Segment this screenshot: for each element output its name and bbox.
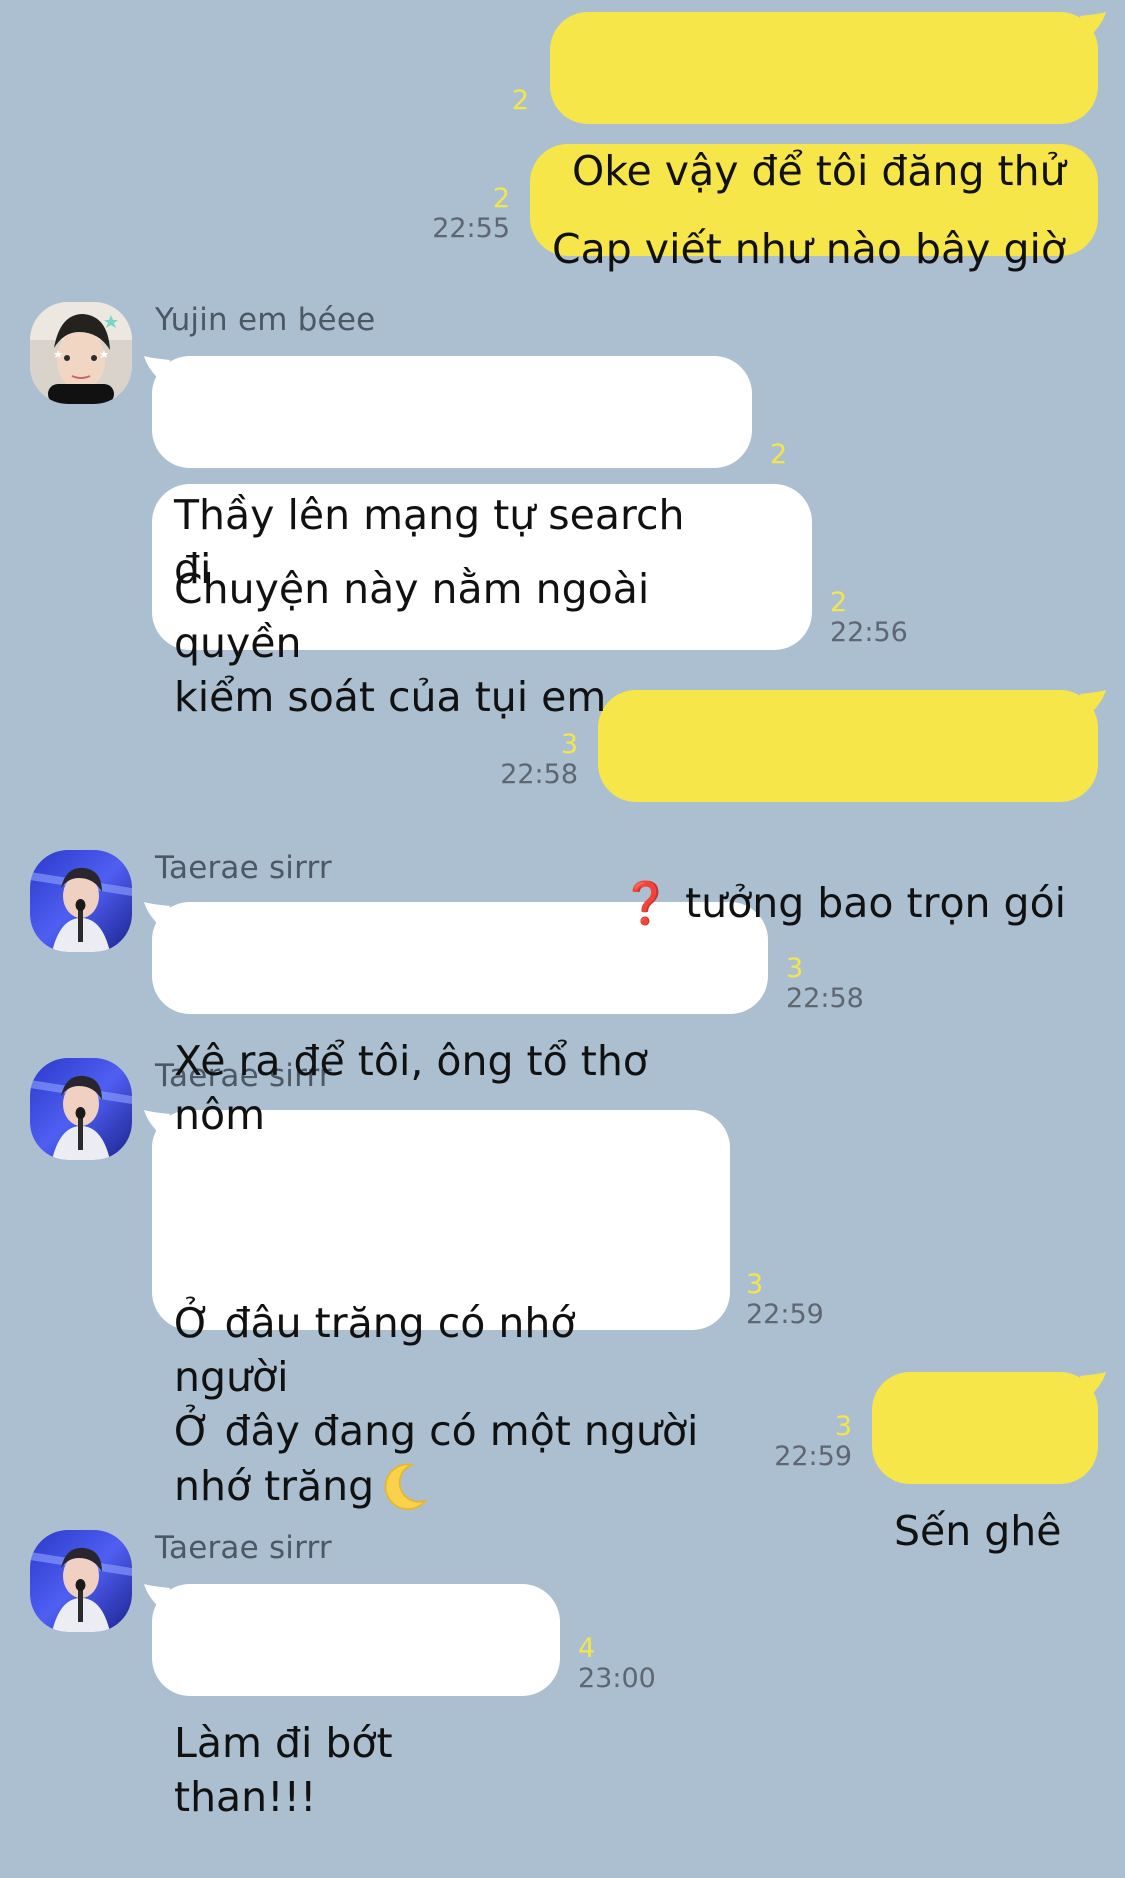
avatar[interactable] <box>30 302 132 404</box>
bubble-tail <box>144 1110 170 1138</box>
message-text: Chuyện này nằm ngoài quyền kiểm soát của… <box>174 565 650 721</box>
message-text: Ở đâu trăng có nhớ người Ở đây đang có m… <box>174 1299 699 1510</box>
read-count: 2 <box>511 85 529 116</box>
bubble-tail <box>144 1584 170 1612</box>
message-meta: 2 <box>492 86 529 116</box>
read-count: 4 <box>578 1633 596 1664</box>
message-text-container: ❓ tưởng bao trọn gói <box>620 822 1068 930</box>
message-meta: 3 22:59 <box>744 1412 852 1472</box>
read-count: 2 <box>770 439 788 470</box>
avatar[interactable] <box>30 850 132 952</box>
message-meta: 2 22:56 <box>830 588 940 648</box>
avatar-yujin <box>30 302 132 404</box>
message-text: tưởng bao trọn gói <box>685 879 1067 927</box>
message-meta: 3 22:59 <box>746 1270 856 1330</box>
read-count: 3 <box>560 729 578 760</box>
read-count: 3 <box>834 1411 852 1442</box>
sender-name: Yujin em béee <box>155 302 376 338</box>
sender-name: Taerae sirrr <box>155 1530 332 1566</box>
timestamp: 23:00 <box>578 1663 656 1694</box>
message-meta: 2 <box>770 440 810 470</box>
incoming-message-bubble[interactable]: Ở đâu trăng có nhớ người Ở đây đang có m… <box>144 1110 730 1510</box>
bubble-tail <box>144 356 170 384</box>
avatar[interactable] <box>30 1058 132 1160</box>
timestamp: 22:59 <box>746 1299 824 1330</box>
avatar-taerae <box>30 850 132 952</box>
chat-thread[interactable]: Oke vậy để tôi đăng thử 2 Cap viết như n… <box>0 0 1125 1821</box>
bubble-tail <box>144 902 170 930</box>
read-count: 2 <box>492 183 510 214</box>
crescent-moon-icon <box>384 1463 429 1510</box>
timestamp: 22:59 <box>774 1441 852 1472</box>
incoming-message-bubble[interactable]: Làm đi bớt than!!! <box>144 1584 560 1821</box>
sender-name: Taerae sirrr <box>155 850 332 886</box>
timestamp: 22:55 <box>432 213 510 244</box>
timestamp: 22:58 <box>500 759 578 790</box>
outgoing-message-bubble[interactable]: Oke vậy để tôi đăng thử <box>550 12 1106 195</box>
timestamp: 22:58 <box>786 983 864 1014</box>
message-meta: 3 22:58 <box>470 730 578 790</box>
avatar[interactable] <box>30 1530 132 1632</box>
read-count: 3 <box>786 953 804 984</box>
message-text: Sến ghê <box>894 1507 1062 1555</box>
message-meta: 2 22:55 <box>405 184 510 244</box>
message-text: Làm đi bớt than!!! <box>174 1719 393 1821</box>
red-question-mark-icon: ❓ <box>620 879 672 927</box>
read-count: 3 <box>746 1269 764 1300</box>
message-meta: 3 22:58 <box>786 954 896 1014</box>
message-text: Xê ra để tôi, ông tổ thơ nôm <box>174 1037 648 1139</box>
timestamp: 22:56 <box>830 617 908 648</box>
bubble-tail <box>1080 1372 1106 1400</box>
avatar-taerae <box>30 1058 132 1160</box>
read-count: 2 <box>830 587 848 618</box>
outgoing-message-bubble[interactable]: Sến ghê <box>872 1372 1106 1555</box>
avatar-taerae <box>30 1530 132 1632</box>
bubble-tail <box>1080 12 1106 40</box>
message-meta: 4 23:00 <box>578 1634 688 1694</box>
incoming-message-bubble[interactable]: Thầy lên mạng tự search đi <box>144 356 752 593</box>
message-text: Oke vậy để tôi đăng thử <box>572 147 1066 195</box>
bubble-tail <box>1080 690 1106 718</box>
message-text-container: Ở đâu trăng có nhớ người Ở đây đang có m… <box>174 1242 700 1514</box>
message-text: Cap viết như nào bây giờ <box>552 225 1066 273</box>
